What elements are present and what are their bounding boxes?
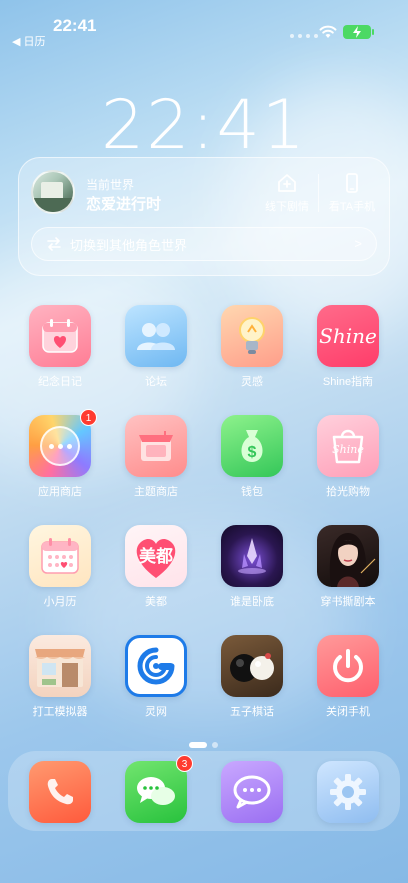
app-label: 纪念日记 — [38, 376, 82, 388]
dock-app-messages[interactable]: 3 — [110, 755, 202, 823]
status-time: 22:41 — [53, 16, 97, 35]
portrait-icon — [317, 525, 379, 587]
offline-story-label: 线下剧情 — [265, 201, 309, 213]
app-label: 打工模拟器 — [32, 706, 88, 718]
app-label: 穿书撕剧本 — [320, 596, 376, 608]
app-theme-store[interactable]: 主题商店 — [110, 415, 202, 499]
go-stones-icon — [221, 635, 283, 697]
shop-stand-icon — [125, 415, 187, 477]
phone-device-icon — [346, 173, 358, 193]
world-avatar[interactable] — [31, 170, 75, 214]
back-to-app-button[interactable]: ◀ 日历 — [12, 33, 45, 49]
app-forum[interactable]: 论坛 — [110, 305, 202, 389]
calendar-icon — [29, 525, 91, 587]
search-logo-icon — [125, 635, 187, 697]
app-label: 论坛 — [145, 376, 167, 388]
app-label: 谁是卧底 — [230, 596, 274, 608]
wifi-icon — [319, 25, 337, 38]
notification-badge: 3 — [176, 755, 193, 772]
app-inspiration[interactable]: 灵感 — [206, 305, 298, 389]
heart-logo-icon: 美都 — [125, 525, 187, 587]
page-dot-active — [189, 742, 207, 748]
app-label: 美都 — [145, 596, 167, 608]
page-dot — [212, 742, 218, 748]
offline-story-button[interactable]: 线下剧情 — [259, 172, 315, 214]
app-work-simulator[interactable]: 打工模拟器 — [14, 635, 106, 719]
app-gomoku[interactable]: 五子棋话 — [206, 635, 298, 719]
power-icon — [317, 635, 379, 697]
storefront-icon — [29, 635, 91, 697]
battery-icon — [343, 25, 374, 39]
chevron-right-icon: > — [354, 236, 362, 251]
world-label: 当前世界 — [86, 178, 135, 192]
app-label: 主题商店 — [134, 486, 178, 498]
back-app-label: 日历 — [23, 36, 46, 48]
app-mini-calendar[interactable]: 小月历 — [14, 525, 106, 609]
app-anniversary[interactable]: 纪念日记 — [14, 305, 106, 389]
notification-badge: 1 — [80, 409, 97, 426]
app-lingwang[interactable]: 灵网 — [110, 635, 202, 719]
calendar-heart-icon — [29, 305, 91, 367]
shine-logo-icon: Shine — [317, 305, 379, 367]
app-power-off[interactable]: 关闭手机 — [302, 635, 394, 719]
app-label: Shine指南 — [322, 376, 374, 388]
dock-app-chat[interactable] — [206, 761, 298, 823]
action-divider — [318, 174, 319, 212]
dock: 3 — [8, 751, 400, 831]
more-dots-icon: 1 — [29, 409, 97, 477]
app-label: 小月历 — [43, 596, 77, 608]
crystal-icon — [221, 525, 283, 587]
meidu-logo-text: 美都 — [139, 546, 173, 566]
switch-arrows-icon — [47, 237, 61, 251]
app-label: 灵感 — [241, 376, 263, 388]
chat-bubbles-icon: 3 — [125, 755, 193, 823]
world-widget: 当前世界 恋爱进行时 线下剧情 看TA手机 切换到其他角色世界 > — [18, 157, 390, 276]
house-plus-icon — [278, 174, 296, 192]
switch-world-label: 切换到其他角色世界 — [70, 237, 188, 253]
app-label: 拾光购物 — [326, 486, 370, 498]
app-meidu[interactable]: 美都 美都 — [110, 525, 202, 609]
app-store[interactable]: 1 应用商店 — [14, 409, 106, 499]
back-arrow-icon: ◀ — [12, 35, 21, 48]
app-label: 关闭手机 — [326, 706, 370, 718]
money-bag-icon: $ — [221, 415, 283, 477]
app-label: 灵网 — [145, 706, 167, 718]
phone-icon — [29, 761, 91, 823]
app-undercover[interactable]: 谁是卧底 — [206, 525, 298, 609]
shine-logo-text: Shine — [319, 324, 377, 348]
status-bar: 22:41 ◀ 日历 — [0, 0, 408, 48]
signal-dots-icon — [290, 34, 318, 38]
app-label: 五子棋话 — [230, 706, 274, 718]
world-title: 恋爱进行时 — [86, 196, 162, 213]
switch-world-button[interactable]: 切换到其他角色世界 > — [31, 227, 377, 261]
lock-clock: 22:41 — [101, 86, 307, 165]
app-book-script[interactable]: 穿书撕剧本 — [302, 525, 394, 609]
dock-app-settings[interactable] — [302, 761, 394, 823]
app-shopping[interactable]: Shine 拾光购物 — [302, 415, 394, 499]
shopping-bag-icon: Shine — [317, 415, 379, 477]
chat-bubble-icon — [221, 761, 283, 823]
shopping-logo-text: Shine — [332, 443, 364, 456]
app-label: 应用商店 — [38, 486, 82, 498]
gear-icon — [317, 761, 379, 823]
svg-text:$: $ — [248, 444, 257, 461]
lightbulb-icon — [221, 305, 283, 367]
app-label: 钱包 — [241, 486, 263, 498]
app-shine-guide[interactable]: Shine Shine指南 — [302, 305, 394, 389]
people-icon — [125, 305, 187, 367]
app-wallet[interactable]: $ 钱包 — [206, 415, 298, 499]
dock-app-phone[interactable] — [14, 761, 106, 823]
page-indicator[interactable] — [189, 742, 218, 748]
view-phone-button[interactable]: 看TA手机 — [324, 172, 380, 214]
view-phone-label: 看TA手机 — [328, 201, 376, 213]
